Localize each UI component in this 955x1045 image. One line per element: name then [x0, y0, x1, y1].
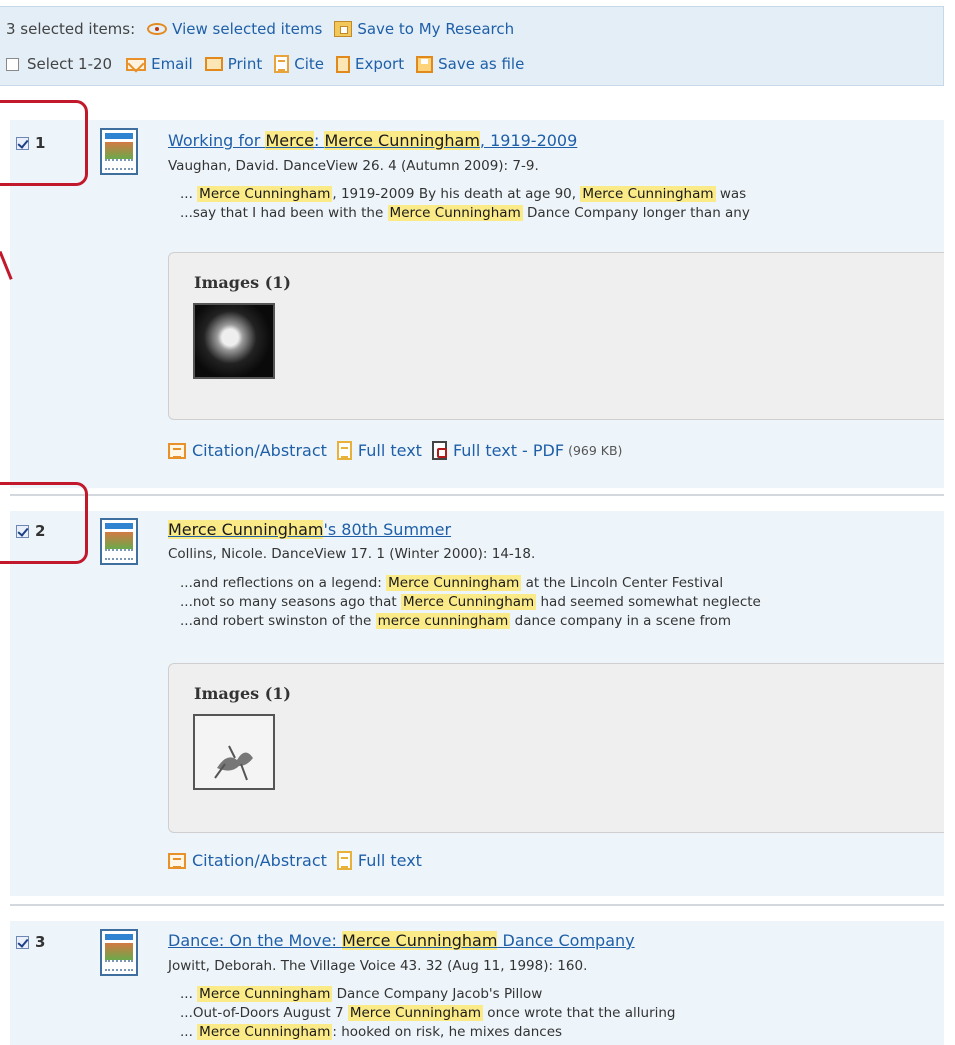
abstract-icon: [168, 852, 186, 869]
selected-count: 3 selected items:: [6, 20, 136, 38]
printer-icon: [204, 57, 223, 71]
export-icon: [336, 55, 350, 73]
envelope-icon: [126, 57, 147, 71]
pdf-size: (969 KB): [568, 443, 623, 458]
images-label: Images (1): [194, 273, 291, 292]
snippet-line: ... Merce Cunningham Dance Company Jacob…: [180, 986, 543, 1002]
cite-label: Cite: [294, 55, 324, 73]
result-citation: Jowitt, Deborah. The Village Voice 43. 3…: [168, 958, 588, 974]
snippet-line: ...and robert swinston of the merce cunn…: [180, 613, 732, 629]
abstract-icon: [168, 442, 186, 459]
result-links: Citation/Abstract Full text Full text - …: [168, 441, 632, 460]
select-range-checkbox[interactable]: [6, 57, 19, 71]
document-icon[interactable]: [100, 518, 138, 565]
result-divider: [10, 904, 944, 906]
snippet-line: ...Out-of-Doors August 7 Merce Cunningha…: [180, 1005, 676, 1021]
result-citation: Collins, Nicole. DanceView 17. 1 (Winter…: [168, 546, 536, 562]
email-label: Email: [151, 55, 193, 73]
result-title-link[interactable]: Working for Merce: Merce Cunningham, 191…: [168, 131, 577, 150]
print-label: Print: [227, 55, 263, 73]
pdf-icon: [431, 441, 447, 460]
selection-toolbar: 3 selected items: View selected items Sa…: [0, 6, 944, 86]
result-links: Citation/Abstract Full text: [168, 851, 432, 870]
result-3-checkbox-group[interactable]: 3: [16, 933, 45, 951]
dance-thumbnail[interactable]: [193, 714, 275, 790]
snippet-line: ...and reflections on a legend: Merce Cu…: [180, 575, 724, 591]
save-to-research-link[interactable]: Save to My Research: [334, 20, 514, 38]
result-divider: [10, 494, 944, 496]
images-panel: Images (1): [168, 252, 944, 420]
eye-icon: [147, 23, 168, 35]
save-as-file-button[interactable]: Save as file: [416, 55, 524, 73]
portrait-thumbnail[interactable]: [193, 303, 275, 379]
full-text-icon: [336, 441, 352, 460]
result-snippets: ...and reflections on a legend: Merce Cu…: [180, 574, 761, 631]
save-research-icon: [334, 21, 353, 37]
select-range-label: Select 1-20: [27, 55, 113, 73]
result-snippets: ... Merce Cunningham, 1919-2009 By his d…: [180, 185, 750, 223]
export-label: Export: [355, 55, 405, 73]
save-file-label: Save as file: [438, 55, 525, 73]
full-text-link[interactable]: Full text: [336, 851, 422, 870]
cite-button[interactable]: Cite: [274, 55, 324, 73]
document-icon[interactable]: [100, 929, 138, 976]
snippet-line: ... Merce Cunningham: hooked on risk, he…: [180, 1024, 563, 1040]
result-snippets: ... Merce Cunningham Dance Company Jacob…: [180, 985, 676, 1042]
export-button[interactable]: Export: [336, 55, 404, 73]
document-icon[interactable]: [100, 128, 138, 175]
citation-abstract-link[interactable]: Citation/Abstract: [168, 441, 327, 460]
email-button[interactable]: Email: [126, 55, 193, 73]
result-title-link[interactable]: Merce Cunningham's 80th Summer: [168, 520, 451, 539]
annotation-box-1: [0, 100, 88, 186]
cite-icon: [274, 55, 290, 73]
full-text-link[interactable]: Full text: [336, 441, 422, 460]
result-citation: Vaughan, David. DanceView 26. 4 (Autumn …: [168, 158, 539, 174]
view-selected-link[interactable]: View selected items: [147, 20, 322, 38]
save-research-label: Save to My Research: [357, 20, 515, 38]
result-title-link[interactable]: Dance: On the Move: Merce Cunningham Dan…: [168, 931, 635, 950]
full-text-icon: [336, 851, 352, 870]
citation-abstract-link[interactable]: Citation/Abstract: [168, 851, 327, 870]
images-panel: Images (1): [168, 663, 944, 833]
result-number: 3: [35, 933, 46, 951]
print-button[interactable]: Print: [204, 55, 263, 73]
disk-icon: [416, 55, 434, 73]
view-selected-label: View selected items: [172, 20, 323, 38]
snippet-line: ... Merce Cunningham, 1919-2009 By his d…: [180, 186, 747, 202]
images-label: Images (1): [194, 684, 291, 703]
annotation-box-2: [0, 482, 88, 564]
result-checkbox[interactable]: [16, 935, 29, 949]
full-text-pdf-link[interactable]: Full text - PDF (969 KB): [431, 441, 623, 460]
snippet-line: ...not so many seasons ago that Merce Cu…: [180, 594, 761, 610]
snippet-line: ...say that I had been with the Merce Cu…: [180, 205, 750, 221]
